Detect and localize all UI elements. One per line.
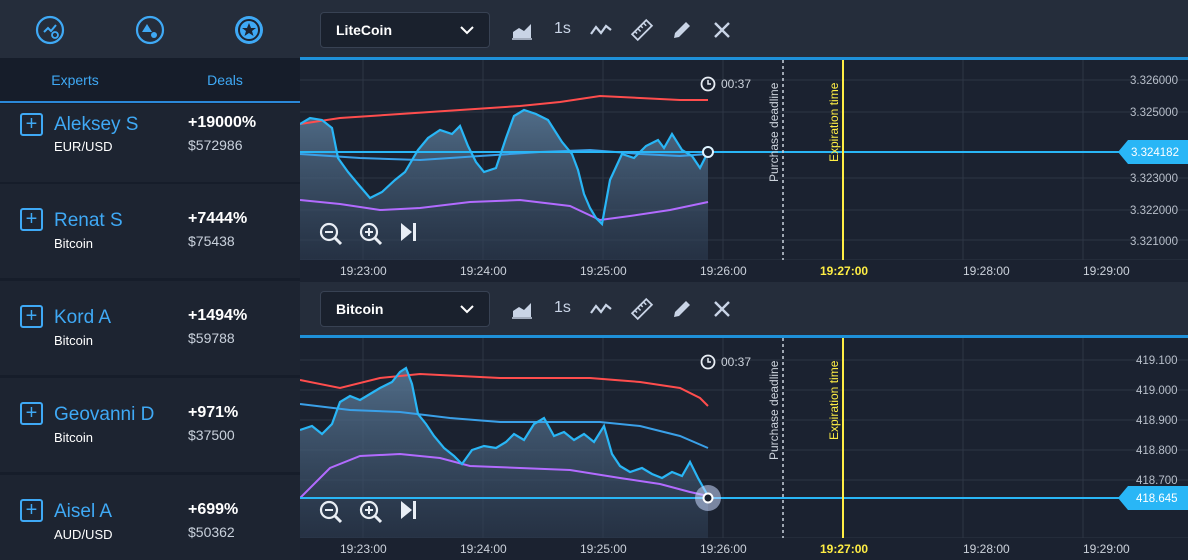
star-badge-icon[interactable] <box>233 14 265 46</box>
add-expert-button[interactable]: + <box>20 208 43 231</box>
y-tick: 3.322000 <box>1130 205 1178 217</box>
interval-button[interactable]: 1s <box>554 20 571 38</box>
x-tick: 19:25:00 <box>580 542 627 556</box>
panel-tabs: Experts Deals <box>0 58 300 104</box>
timer-value: 00:37 <box>721 355 751 369</box>
add-expert-button[interactable]: + <box>20 499 43 522</box>
purchase-deadline-label: Purchase deadline <box>767 360 781 460</box>
area-chart-icon[interactable] <box>510 297 534 321</box>
timer-value: 00:37 <box>721 77 751 91</box>
expert-asset: EUR/USD <box>54 139 113 154</box>
x-tick: 19:28:00 <box>963 542 1010 556</box>
expert-asset: Bitcoin <box>54 333 94 348</box>
panel-icon-bar <box>0 0 300 58</box>
history-icon[interactable] <box>34 14 66 46</box>
tab-experts[interactable]: Experts <box>0 58 150 104</box>
close-icon[interactable] <box>710 18 734 42</box>
y-tick: 3.326000 <box>1130 75 1178 87</box>
x-tick: 19:29:00 <box>1083 264 1130 278</box>
x-tick: 19:26:00 <box>700 264 747 278</box>
add-expert-button[interactable]: + <box>20 402 43 425</box>
expert-asset: AUD/USD <box>54 527 113 542</box>
y-tick: 3.321000 <box>1130 236 1178 248</box>
expert-name: Kord A <box>54 307 112 328</box>
y-tick: 418.700 <box>1136 475 1178 487</box>
active-tab-indicator <box>0 101 300 103</box>
x-tick-expiration: 19:27:00 <box>820 264 868 278</box>
x-tick-expiration: 19:27:00 <box>820 542 868 556</box>
expiration-time-label: Expiration time <box>827 82 841 162</box>
tab-deals[interactable]: Deals <box>150 58 300 104</box>
add-expert-button[interactable]: + <box>20 113 43 136</box>
expert-name: Renat S <box>54 210 123 231</box>
x-tick: 19:26:00 <box>700 542 747 556</box>
indicator-icon[interactable] <box>589 297 613 321</box>
chart-toolbar: Bitcoin 1s <box>300 282 1188 335</box>
expert-row[interactable]: + Kord A Bitcoin +1494% $59788 <box>0 281 300 375</box>
purchase-deadline-label: Purchase deadline <box>767 82 781 182</box>
expert-percent: +19000% <box>188 114 257 131</box>
current-price-marker <box>702 492 714 504</box>
asset-select[interactable]: LiteCoin <box>320 12 490 48</box>
current-price-value: 3.324182 <box>1131 147 1179 159</box>
x-tick: 19:25:00 <box>580 264 627 278</box>
chevron-down-icon <box>460 305 474 314</box>
y-tick: 419.100 <box>1136 355 1178 367</box>
expert-row[interactable]: + Aisel A AUD/USD +699% $50362 <box>0 475 300 560</box>
asset-select[interactable]: Bitcoin <box>320 291 490 327</box>
chart-panel-litecoin: LiteCoin 1s Purchase deadline Expiration… <box>300 0 1188 282</box>
y-tick: 418.800 <box>1136 445 1178 457</box>
interval-button[interactable]: 1s <box>554 299 571 317</box>
area-chart-icon[interactable] <box>510 18 534 42</box>
asset-select-value: LiteCoin <box>336 22 392 38</box>
indicator-icon[interactable] <box>589 18 613 42</box>
chart-toolbar: LiteCoin 1s <box>300 0 1188 57</box>
ruler-icon[interactable] <box>630 297 654 321</box>
current-price-marker <box>702 146 714 158</box>
expert-name: Aleksey S <box>54 114 139 135</box>
y-tick: 418.900 <box>1136 415 1178 427</box>
x-tick: 19:28:00 <box>963 264 1010 278</box>
expert-asset: Bitcoin <box>54 236 94 251</box>
price-chart[interactable]: Purchase deadline Expiration time 00:37 … <box>300 60 1188 282</box>
asset-select-value: Bitcoin <box>336 301 384 317</box>
current-price-value: 418.645 <box>1136 493 1178 505</box>
x-tick: 19:24:00 <box>460 542 507 556</box>
chart-panel-bitcoin: Bitcoin 1s Purchase deadline Expiration … <box>300 282 1188 560</box>
expert-row[interactable]: + Geovanni D Bitcoin +971% $37500 <box>0 378 300 472</box>
expert-amount: $50362 <box>188 524 235 540</box>
pencil-icon[interactable] <box>670 297 694 321</box>
chevron-down-icon <box>460 26 474 35</box>
expert-percent: +699% <box>188 501 239 518</box>
shapes-icon[interactable] <box>134 14 166 46</box>
expert-percent: +971% <box>188 404 239 421</box>
x-tick: 19:24:00 <box>460 264 507 278</box>
close-icon[interactable] <box>710 297 734 321</box>
add-expert-button[interactable]: + <box>20 305 43 328</box>
expert-amount: $75438 <box>188 233 235 249</box>
expiration-time-label: Expiration time <box>827 360 841 440</box>
x-tick: 19:29:00 <box>1083 542 1130 556</box>
pencil-icon[interactable] <box>670 18 694 42</box>
x-tick: 19:23:00 <box>340 264 387 278</box>
price-chart[interactable]: Purchase deadline Expiration time 00:37 … <box>300 338 1188 560</box>
expert-percent: +7444% <box>188 210 248 227</box>
experts-panel: Experts Deals + Aleksey S EUR/USD +19000… <box>0 0 300 560</box>
expert-name: Aisel A <box>54 501 113 522</box>
expert-amount: $59788 <box>188 330 235 346</box>
expert-row[interactable]: + Aleksey S EUR/USD +19000% $572986 <box>0 104 300 182</box>
expert-percent: +1494% <box>188 307 248 324</box>
ruler-icon[interactable] <box>630 18 654 42</box>
expert-row[interactable]: + Renat S Bitcoin +7444% $75438 <box>0 184 300 278</box>
expert-amount: $37500 <box>188 427 235 443</box>
y-tick: 3.325000 <box>1130 107 1178 119</box>
y-tick: 3.323000 <box>1130 173 1178 185</box>
y-tick: 419.000 <box>1136 385 1178 397</box>
expert-name: Geovanni D <box>54 404 155 425</box>
x-tick: 19:23:00 <box>340 542 387 556</box>
expert-amount: $572986 <box>188 137 243 153</box>
expert-asset: Bitcoin <box>54 430 94 445</box>
